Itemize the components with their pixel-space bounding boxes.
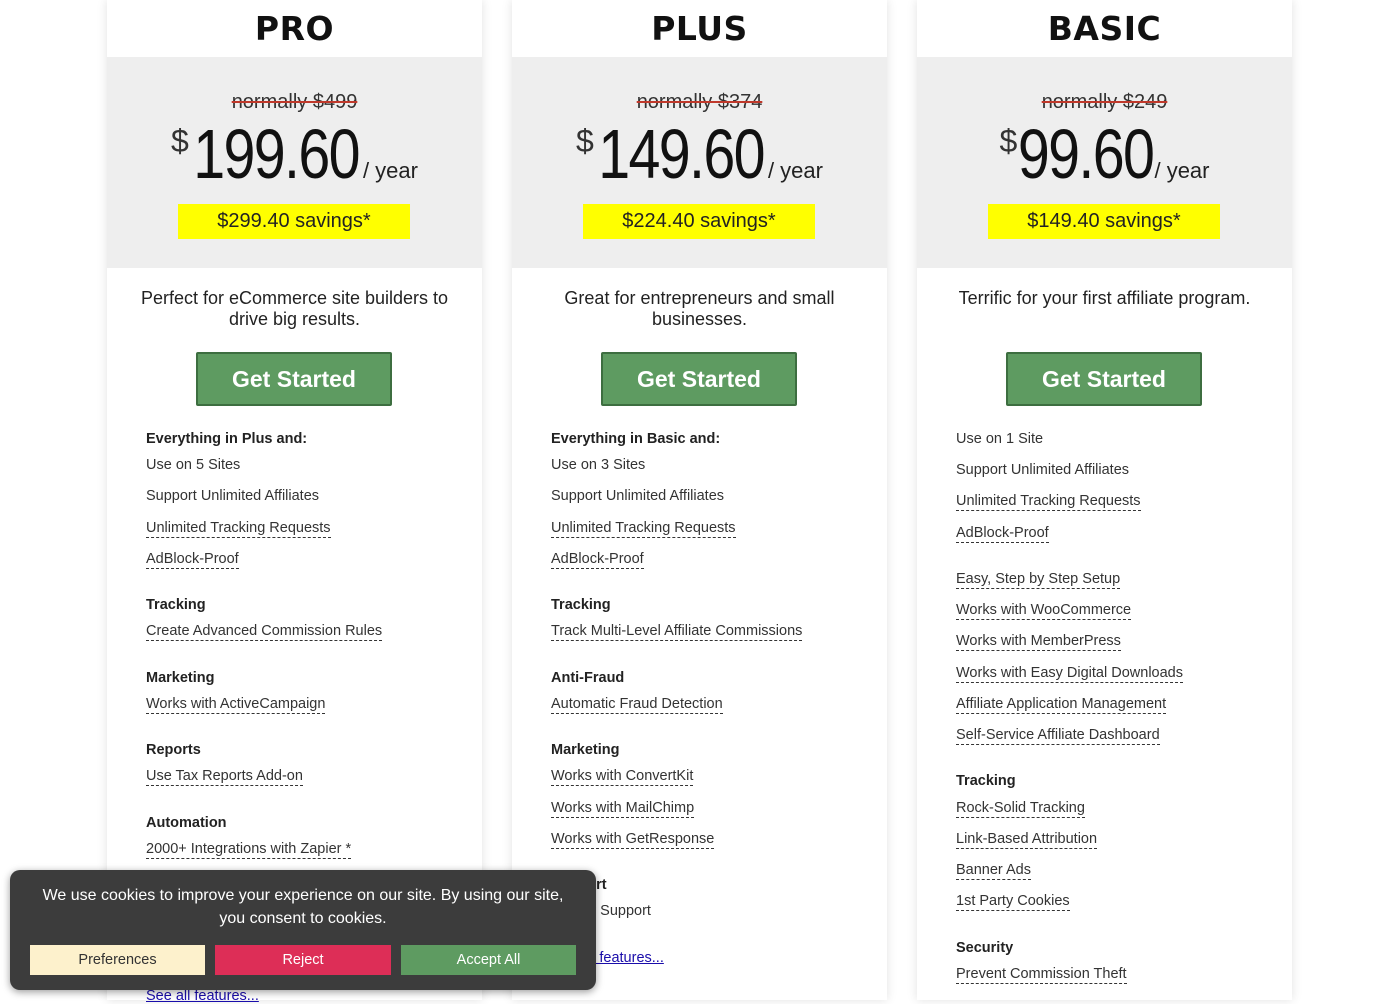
feature-heading: Anti-Fraud xyxy=(551,670,625,686)
feature-item: Support Unlimited Affiliates xyxy=(551,488,725,504)
feature-item-tooltip[interactable]: Automatic Fraud Detection xyxy=(551,696,723,714)
feature-item-tooltip[interactable]: AdBlock-Proof xyxy=(956,525,1049,543)
feature-heading: Automation xyxy=(146,815,227,831)
feature-item-tooltip[interactable]: Works with ConvertKit xyxy=(551,768,694,786)
preferences-button[interactable]: Preferences xyxy=(30,945,205,975)
feature-heading: Security xyxy=(956,940,1014,956)
feature-item: Support Unlimited Affiliates xyxy=(146,488,320,504)
get-started-button[interactable]: Get Started xyxy=(1006,352,1202,406)
reject-button[interactable]: Reject xyxy=(215,945,391,975)
currency-symbol: $ xyxy=(999,123,1018,159)
feature-item-tooltip[interactable]: Affiliate Application Management xyxy=(956,696,1167,714)
feature-item-tooltip[interactable]: Use Tax Reports Add-on xyxy=(146,768,303,786)
feature-heading: Tracking xyxy=(956,773,1016,789)
feature-heading: Reports xyxy=(146,742,201,758)
plan-name: PLUS xyxy=(651,9,748,48)
feature-item: Use on 3 Sites xyxy=(551,457,646,473)
price-period: / year xyxy=(767,158,823,183)
plan-card-basic: BASIC normally $249 $99.60/ year $149.40… xyxy=(917,0,1292,1000)
feature-item-tooltip[interactable]: Unlimited Tracking Requests xyxy=(956,493,1141,511)
plan-name: PRO xyxy=(254,9,335,48)
price-period: / year xyxy=(1154,158,1210,183)
feature-heading: Everything in Basic and: xyxy=(551,431,721,447)
price: $149.60/ year xyxy=(512,119,887,189)
feature-item-tooltip[interactable]: Works with ActiveCampaign xyxy=(146,696,326,714)
feature-item-tooltip[interactable]: Works with Easy Digital Downloads xyxy=(956,665,1183,683)
feature-item: Use on 1 Site xyxy=(956,431,1044,447)
feature-item-tooltip[interactable]: Self-Service Affiliate Dashboard xyxy=(956,727,1160,745)
price-amount: 149.60 xyxy=(598,115,765,193)
feature-item-tooltip[interactable]: Works with MailChimp xyxy=(551,800,695,818)
feature-item-tooltip[interactable]: AdBlock-Proof xyxy=(146,551,239,569)
feature-item-tooltip[interactable]: Works with WooCommerce xyxy=(956,602,1132,620)
cookie-consent-banner: We use cookies to improve your experienc… xyxy=(10,870,596,990)
feature-heading: Everything in Plus and: xyxy=(146,431,308,447)
see-all-features-link[interactable]: See all features... xyxy=(146,988,259,1004)
price-box: normally $499 $199.60/ year $299.40 savi… xyxy=(107,57,482,268)
plan-tagline: Terrific for your first affiliate progra… xyxy=(958,288,1251,308)
savings-badge: $149.40 savings* xyxy=(988,204,1220,239)
original-price: normally $374 xyxy=(636,91,763,113)
feature-item-tooltip[interactable]: Unlimited Tracking Requests xyxy=(551,520,736,538)
currency-symbol: $ xyxy=(576,123,594,159)
price-amount: 199.60 xyxy=(193,115,360,193)
price-box: normally $249 $99.60/ year $149.40 savin… xyxy=(917,57,1292,268)
feature-item-tooltip[interactable]: 1st Party Cookies xyxy=(956,893,1070,911)
currency-symbol: $ xyxy=(171,123,189,159)
plan-tagline: Perfect for eCommerce site builders to d… xyxy=(140,288,449,329)
feature-item: Use on 5 Sites xyxy=(146,457,241,473)
savings-badge: $299.40 savings* xyxy=(178,204,410,239)
feature-item-tooltip[interactable]: Banner Ads xyxy=(956,862,1031,880)
feature-item-tooltip[interactable]: Rock-Solid Tracking xyxy=(956,800,1085,818)
price: $99.60/ year xyxy=(917,119,1292,189)
feature-item-tooltip[interactable]: Easy, Step by Step Setup xyxy=(956,571,1121,589)
cookie-message: We use cookies to improve your experienc… xyxy=(42,887,564,927)
price-amount: 99.60 xyxy=(1018,115,1155,193)
feature-item-tooltip[interactable]: Track Multi-Level Affiliate Commissions xyxy=(551,623,803,641)
original-price: normally $249 xyxy=(1041,91,1168,113)
plan-card-plus: PLUS normally $374 $149.60/ year $224.40… xyxy=(512,0,887,1000)
feature-item-tooltip[interactable]: Create Advanced Commission Rules xyxy=(146,623,383,641)
get-started-button[interactable]: Get Started xyxy=(196,352,392,406)
plan-card-pro: PRO normally $499 $199.60/ year $299.40 … xyxy=(107,0,482,1004)
feature-heading: Marketing xyxy=(146,670,215,686)
feature-item-tooltip[interactable]: Unlimited Tracking Requests xyxy=(146,520,331,538)
accept-all-button[interactable]: Accept All xyxy=(401,945,576,975)
price-box: normally $374 $149.60/ year $224.40 savi… xyxy=(512,57,887,268)
price-period: / year xyxy=(362,158,418,183)
get-started-button[interactable]: Get Started xyxy=(601,352,797,406)
price: $199.60/ year xyxy=(107,119,482,189)
plan-name: BASIC xyxy=(1047,9,1162,48)
plan-tagline: Great for entrepreneurs and small busine… xyxy=(564,288,835,329)
feature-heading: Tracking xyxy=(146,597,206,613)
feature-heading: Tracking xyxy=(551,597,611,613)
feature-item-tooltip[interactable]: Works with GetResponse xyxy=(551,831,715,849)
feature-item-tooltip[interactable]: 2000+ Integrations with Zapier * xyxy=(146,841,352,859)
feature-item-tooltip[interactable]: AdBlock-Proof xyxy=(551,551,644,569)
feature-item-tooltip[interactable]: Works with MemberPress xyxy=(956,633,1121,651)
feature-item-tooltip[interactable]: Prevent Commission Theft xyxy=(956,966,1127,984)
feature-item-tooltip[interactable]: Link-Based Attribution xyxy=(956,831,1098,849)
original-price: normally $499 xyxy=(231,91,358,113)
feature-item: Support Unlimited Affiliates xyxy=(956,462,1130,478)
savings-badge: $224.40 savings* xyxy=(583,204,815,239)
feature-heading: Marketing xyxy=(551,742,620,758)
